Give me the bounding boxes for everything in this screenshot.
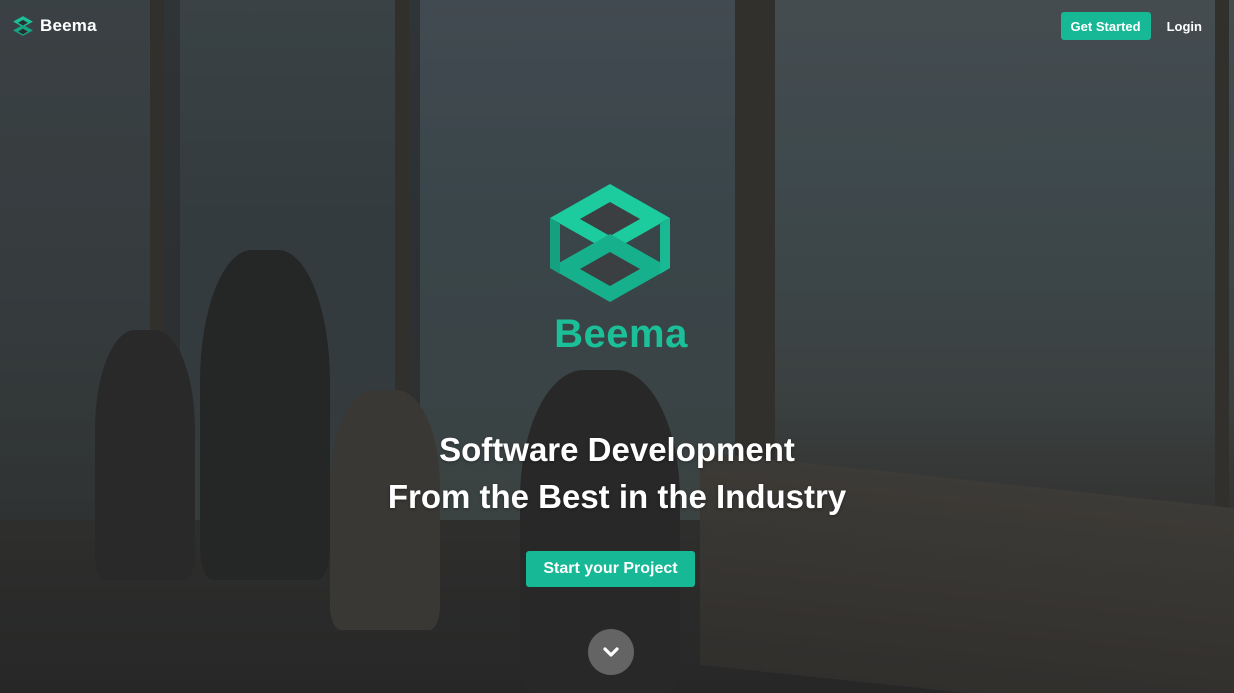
- login-link[interactable]: Login: [1167, 19, 1202, 34]
- get-started-button[interactable]: Get Started: [1060, 12, 1151, 40]
- start-project-button[interactable]: Start your Project: [526, 551, 695, 587]
- beema-logo-icon: [550, 184, 670, 302]
- headline-line-2: From the Best in the Industry: [387, 478, 847, 515]
- scroll-down-button[interactable]: [588, 629, 634, 675]
- chevron-down-icon: [603, 647, 619, 657]
- nav-actions: Get Started Login: [1060, 12, 1222, 40]
- brand-name: Beema: [40, 16, 97, 35]
- headline-line-1: Software Development: [439, 431, 795, 468]
- hero-headline: Software Development From the Best in th…: [0, 426, 1234, 520]
- top-navbar: Beema Get Started Login: [0, 0, 1234, 52]
- brand-link[interactable]: Beema: [12, 15, 97, 37]
- hero-brand-name: Beema: [554, 312, 688, 356]
- beema-logo-icon: [13, 16, 33, 36]
